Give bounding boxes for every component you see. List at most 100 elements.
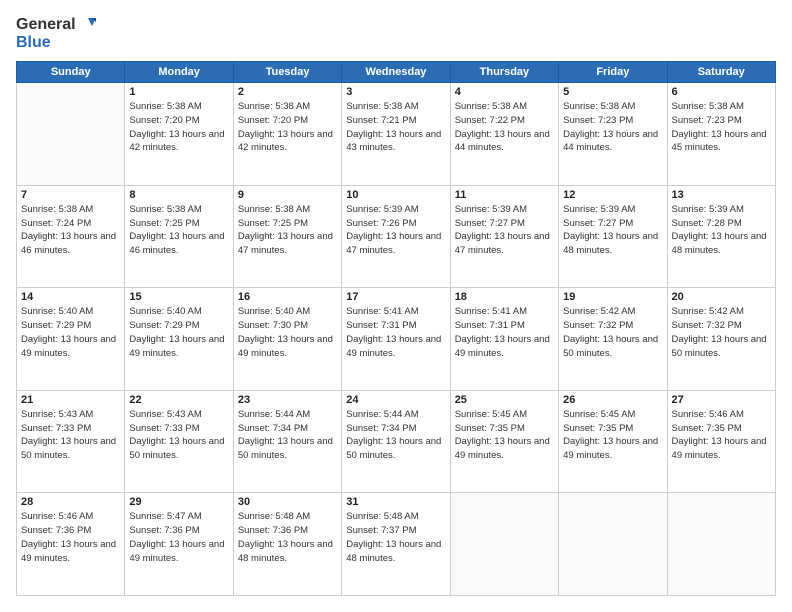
calendar-cell: 12 Sunrise: 5:39 AM Sunset: 7:27 PM Dayl… <box>559 185 667 288</box>
sun-info: Sunrise: 5:41 AM Sunset: 7:31 PM Dayligh… <box>346 305 445 360</box>
calendar-cell: 15 Sunrise: 5:40 AM Sunset: 7:29 PM Dayl… <box>125 288 233 391</box>
sun-info: Sunrise: 5:40 AM Sunset: 7:29 PM Dayligh… <box>129 305 228 360</box>
sun-info: Sunrise: 5:39 AM Sunset: 7:27 PM Dayligh… <box>455 203 554 258</box>
calendar-cell: 4 Sunrise: 5:38 AM Sunset: 7:22 PM Dayli… <box>450 83 558 186</box>
day-number: 2 <box>238 86 337 98</box>
week-row-2: 7 Sunrise: 5:38 AM Sunset: 7:24 PM Dayli… <box>17 185 776 288</box>
calendar-cell: 13 Sunrise: 5:39 AM Sunset: 7:28 PM Dayl… <box>667 185 775 288</box>
day-number: 10 <box>346 189 445 201</box>
sun-info: Sunrise: 5:43 AM Sunset: 7:33 PM Dayligh… <box>129 408 228 463</box>
calendar-cell: 18 Sunrise: 5:41 AM Sunset: 7:31 PM Dayl… <box>450 288 558 391</box>
day-number: 24 <box>346 394 445 406</box>
sun-info: Sunrise: 5:48 AM Sunset: 7:36 PM Dayligh… <box>238 510 337 565</box>
day-number: 30 <box>238 496 337 508</box>
sun-info: Sunrise: 5:46 AM Sunset: 7:35 PM Dayligh… <box>672 408 771 463</box>
sun-info: Sunrise: 5:38 AM Sunset: 7:20 PM Dayligh… <box>129 100 228 155</box>
day-number: 13 <box>672 189 771 201</box>
logo-general: General <box>16 16 96 34</box>
day-number: 7 <box>21 189 120 201</box>
sun-info: Sunrise: 5:42 AM Sunset: 7:32 PM Dayligh… <box>563 305 662 360</box>
day-number: 21 <box>21 394 120 406</box>
weekday-header-monday: Monday <box>125 62 233 83</box>
calendar-cell <box>559 493 667 596</box>
sun-info: Sunrise: 5:43 AM Sunset: 7:33 PM Dayligh… <box>21 408 120 463</box>
day-number: 31 <box>346 496 445 508</box>
day-number: 6 <box>672 86 771 98</box>
sun-info: Sunrise: 5:39 AM Sunset: 7:26 PM Dayligh… <box>346 203 445 258</box>
weekday-header-saturday: Saturday <box>667 62 775 83</box>
calendar-cell <box>450 493 558 596</box>
sun-info: Sunrise: 5:39 AM Sunset: 7:28 PM Dayligh… <box>672 203 771 258</box>
sun-info: Sunrise: 5:38 AM Sunset: 7:25 PM Dayligh… <box>238 203 337 258</box>
calendar-table: SundayMondayTuesdayWednesdayThursdayFrid… <box>16 61 776 596</box>
calendar-cell: 29 Sunrise: 5:47 AM Sunset: 7:36 PM Dayl… <box>125 493 233 596</box>
sun-info: Sunrise: 5:40 AM Sunset: 7:29 PM Dayligh… <box>21 305 120 360</box>
sun-info: Sunrise: 5:47 AM Sunset: 7:36 PM Dayligh… <box>129 510 228 565</box>
day-number: 11 <box>455 189 554 201</box>
calendar-cell: 9 Sunrise: 5:38 AM Sunset: 7:25 PM Dayli… <box>233 185 341 288</box>
calendar-cell: 6 Sunrise: 5:38 AM Sunset: 7:23 PM Dayli… <box>667 83 775 186</box>
week-row-5: 28 Sunrise: 5:46 AM Sunset: 7:36 PM Dayl… <box>17 493 776 596</box>
calendar-cell: 25 Sunrise: 5:45 AM Sunset: 7:35 PM Dayl… <box>450 390 558 493</box>
calendar-cell: 7 Sunrise: 5:38 AM Sunset: 7:24 PM Dayli… <box>17 185 125 288</box>
day-number: 23 <box>238 394 337 406</box>
week-row-1: 1 Sunrise: 5:38 AM Sunset: 7:20 PM Dayli… <box>17 83 776 186</box>
sun-info: Sunrise: 5:45 AM Sunset: 7:35 PM Dayligh… <box>563 408 662 463</box>
logo-bird-icon <box>78 18 96 32</box>
day-number: 1 <box>129 86 228 98</box>
sun-info: Sunrise: 5:46 AM Sunset: 7:36 PM Dayligh… <box>21 510 120 565</box>
sun-info: Sunrise: 5:39 AM Sunset: 7:27 PM Dayligh… <box>563 203 662 258</box>
day-number: 17 <box>346 291 445 303</box>
week-row-3: 14 Sunrise: 5:40 AM Sunset: 7:29 PM Dayl… <box>17 288 776 391</box>
day-number: 27 <box>672 394 771 406</box>
calendar-cell: 28 Sunrise: 5:46 AM Sunset: 7:36 PM Dayl… <box>17 493 125 596</box>
sun-info: Sunrise: 5:44 AM Sunset: 7:34 PM Dayligh… <box>238 408 337 463</box>
day-number: 25 <box>455 394 554 406</box>
sun-info: Sunrise: 5:38 AM Sunset: 7:24 PM Dayligh… <box>21 203 120 258</box>
calendar-cell: 19 Sunrise: 5:42 AM Sunset: 7:32 PM Dayl… <box>559 288 667 391</box>
header: General Blue <box>16 16 776 51</box>
calendar-cell: 17 Sunrise: 5:41 AM Sunset: 7:31 PM Dayl… <box>342 288 450 391</box>
calendar-cell: 10 Sunrise: 5:39 AM Sunset: 7:26 PM Dayl… <box>342 185 450 288</box>
calendar-cell: 1 Sunrise: 5:38 AM Sunset: 7:20 PM Dayli… <box>125 83 233 186</box>
calendar-page: General Blue SundayMondayTuesdayWednesda… <box>0 0 792 612</box>
logo-blue: Blue <box>16 34 96 52</box>
day-number: 29 <box>129 496 228 508</box>
calendar-cell: 2 Sunrise: 5:38 AM Sunset: 7:20 PM Dayli… <box>233 83 341 186</box>
sun-info: Sunrise: 5:44 AM Sunset: 7:34 PM Dayligh… <box>346 408 445 463</box>
calendar-cell: 11 Sunrise: 5:39 AM Sunset: 7:27 PM Dayl… <box>450 185 558 288</box>
calendar-cell: 14 Sunrise: 5:40 AM Sunset: 7:29 PM Dayl… <box>17 288 125 391</box>
calendar-cell: 20 Sunrise: 5:42 AM Sunset: 7:32 PM Dayl… <box>667 288 775 391</box>
sun-info: Sunrise: 5:38 AM Sunset: 7:23 PM Dayligh… <box>672 100 771 155</box>
day-number: 26 <box>563 394 662 406</box>
day-number: 14 <box>21 291 120 303</box>
calendar-cell: 23 Sunrise: 5:44 AM Sunset: 7:34 PM Dayl… <box>233 390 341 493</box>
calendar-cell: 3 Sunrise: 5:38 AM Sunset: 7:21 PM Dayli… <box>342 83 450 186</box>
calendar-cell: 21 Sunrise: 5:43 AM Sunset: 7:33 PM Dayl… <box>17 390 125 493</box>
day-number: 15 <box>129 291 228 303</box>
calendar-cell: 8 Sunrise: 5:38 AM Sunset: 7:25 PM Dayli… <box>125 185 233 288</box>
sun-info: Sunrise: 5:38 AM Sunset: 7:23 PM Dayligh… <box>563 100 662 155</box>
sun-info: Sunrise: 5:40 AM Sunset: 7:30 PM Dayligh… <box>238 305 337 360</box>
calendar-cell: 5 Sunrise: 5:38 AM Sunset: 7:23 PM Dayli… <box>559 83 667 186</box>
day-number: 4 <box>455 86 554 98</box>
calendar-cell: 30 Sunrise: 5:48 AM Sunset: 7:36 PM Dayl… <box>233 493 341 596</box>
day-number: 12 <box>563 189 662 201</box>
day-number: 9 <box>238 189 337 201</box>
weekday-header-tuesday: Tuesday <box>233 62 341 83</box>
calendar-cell: 22 Sunrise: 5:43 AM Sunset: 7:33 PM Dayl… <box>125 390 233 493</box>
sun-info: Sunrise: 5:38 AM Sunset: 7:22 PM Dayligh… <box>455 100 554 155</box>
calendar-cell: 27 Sunrise: 5:46 AM Sunset: 7:35 PM Dayl… <box>667 390 775 493</box>
calendar-cell: 31 Sunrise: 5:48 AM Sunset: 7:37 PM Dayl… <box>342 493 450 596</box>
sun-info: Sunrise: 5:41 AM Sunset: 7:31 PM Dayligh… <box>455 305 554 360</box>
weekday-header-sunday: Sunday <box>17 62 125 83</box>
calendar-cell: 24 Sunrise: 5:44 AM Sunset: 7:34 PM Dayl… <box>342 390 450 493</box>
weekday-header-row: SundayMondayTuesdayWednesdayThursdayFrid… <box>17 62 776 83</box>
week-row-4: 21 Sunrise: 5:43 AM Sunset: 7:33 PM Dayl… <box>17 390 776 493</box>
calendar-cell: 26 Sunrise: 5:45 AM Sunset: 7:35 PM Dayl… <box>559 390 667 493</box>
day-number: 18 <box>455 291 554 303</box>
day-number: 3 <box>346 86 445 98</box>
day-number: 28 <box>21 496 120 508</box>
day-number: 5 <box>563 86 662 98</box>
calendar-cell <box>667 493 775 596</box>
